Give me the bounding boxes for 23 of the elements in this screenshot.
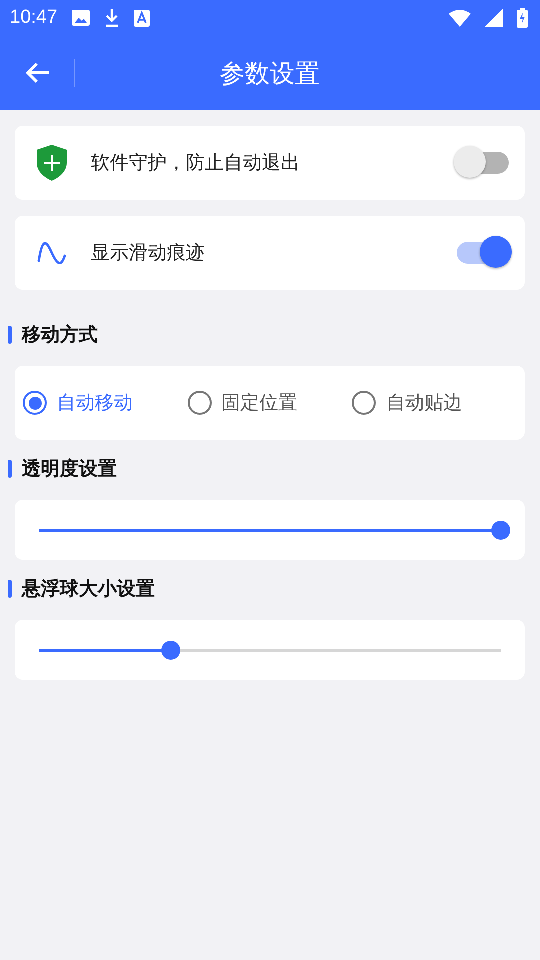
radio-label[interactable]: 自动贴边 — [386, 390, 462, 416]
wave-icon — [37, 242, 67, 264]
signal-icon — [485, 9, 503, 27]
download-icon — [104, 8, 120, 28]
section-title: 透明度设置 — [22, 457, 117, 482]
shield-icon — [37, 145, 67, 181]
radio-button[interactable] — [188, 391, 212, 415]
section-title: 移动方式 — [22, 323, 98, 348]
setting-label: 显示滑动痕迹 — [91, 241, 206, 266]
radio-button[interactable] — [352, 391, 376, 415]
battery-icon — [517, 8, 528, 28]
wifi-icon — [449, 10, 471, 26]
section-title: 悬浮球大小设置 — [22, 577, 155, 602]
font-icon — [134, 10, 150, 26]
radio-label[interactable]: 固定位置 — [222, 390, 298, 416]
radio-button[interactable] — [23, 391, 47, 415]
page-title: 参数设置 — [220, 58, 320, 90]
setting-label: 软件守护，防止自动退出 — [91, 151, 301, 176]
slider-thumb[interactable] — [162, 640, 181, 660]
slider-thumb[interactable] — [492, 520, 510, 540]
status-time: 10:47 — [10, 7, 58, 29]
radio-label[interactable]: 自动移动 — [57, 390, 133, 416]
image-icon — [72, 10, 90, 26]
